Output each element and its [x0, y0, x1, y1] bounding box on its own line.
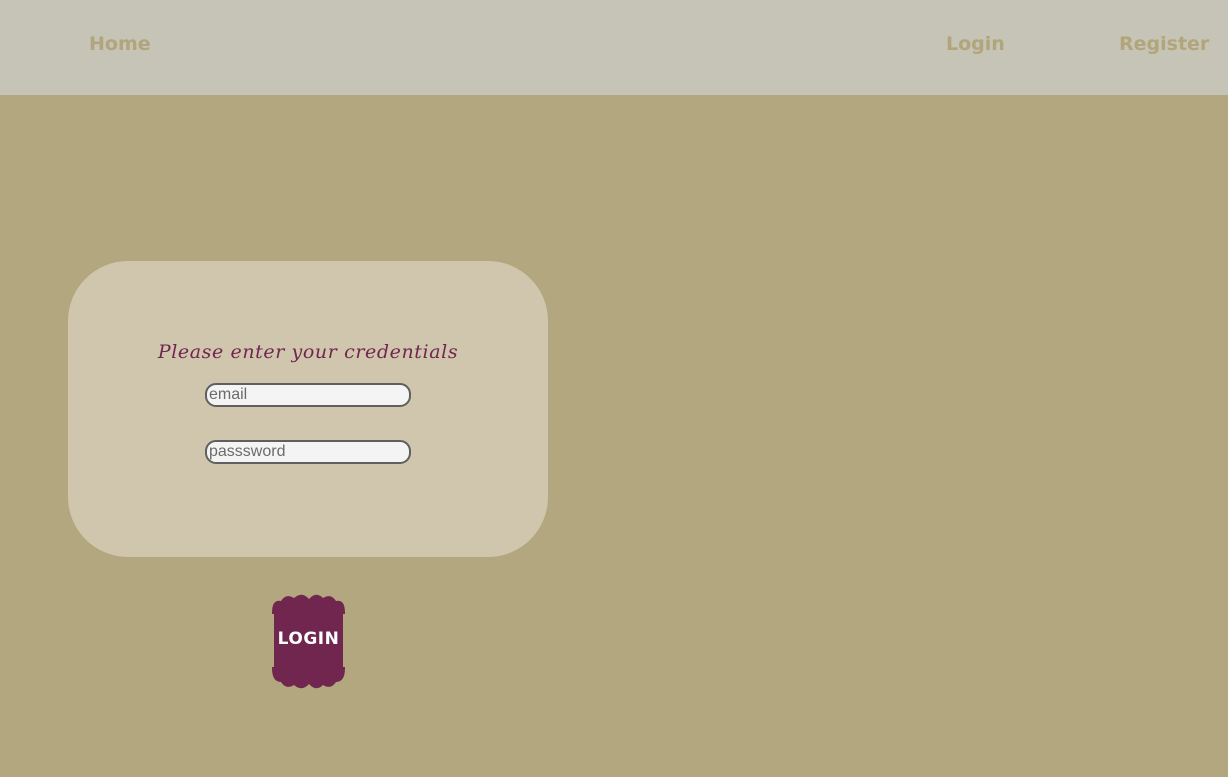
- nav-home-link[interactable]: Home: [89, 30, 151, 58]
- top-navbar: Home Login Register: [0, 0, 1228, 95]
- nav-register-link[interactable]: Register: [1119, 30, 1209, 58]
- email-field[interactable]: [205, 383, 411, 407]
- nav-login-link[interactable]: Login: [946, 30, 1005, 58]
- login-card: Please enter your credentials: [68, 261, 548, 557]
- password-field[interactable]: [205, 440, 411, 464]
- login-form-title: Please enter your credentials: [157, 341, 459, 363]
- login-button-label: LOGIN: [277, 629, 340, 649]
- login-button[interactable]: LOGIN: [272, 593, 345, 690]
